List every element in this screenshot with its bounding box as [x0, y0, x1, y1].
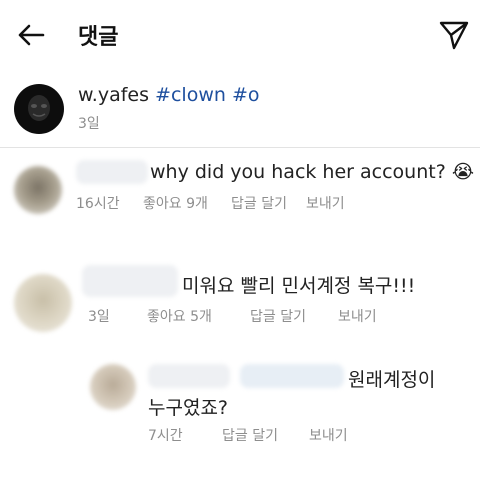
commenter-avatar[interactable] [14, 166, 62, 214]
hashtag[interactable]: #clown [155, 84, 226, 106]
reply-text-line1: 원래계정이 [348, 369, 436, 391]
mentioned-username-blurred[interactable] [240, 364, 344, 388]
post-username[interactable]: w.yafes [78, 84, 149, 106]
replier-username-blurred[interactable] [148, 364, 230, 388]
page-title: 댓글 [78, 25, 119, 50]
commenter-username-blurred[interactable] [76, 160, 148, 184]
send-button[interactable]: 보내기 [309, 425, 348, 445]
top-bar: 댓글 [0, 0, 480, 70]
post-time: 3일 [78, 116, 100, 132]
post-author-avatar[interactable] [14, 84, 64, 134]
commenter-avatar[interactable] [14, 274, 72, 332]
comment-likes[interactable]: 좋아요 9개 [143, 193, 208, 213]
hashtag[interactable]: #o [232, 84, 260, 106]
comment-time: 16시간 [76, 196, 120, 212]
reply-button[interactable]: 답글 달기 [231, 193, 287, 213]
send-button[interactable]: 보내기 [338, 306, 377, 326]
comment-time: 3일 [88, 309, 110, 325]
send-icon[interactable] [438, 19, 470, 51]
back-arrow-icon[interactable] [16, 20, 46, 50]
reply-button[interactable]: 답글 달기 [250, 306, 306, 326]
replier-avatar[interactable] [90, 364, 136, 410]
comment-text: why did you hack her account? 😭 [150, 161, 475, 183]
commenter-username-blurred[interactable] [82, 265, 178, 297]
comment-text: 미워요 빨리 민서계정 복구!!! [182, 275, 416, 297]
reply-time: 7시간 [148, 428, 183, 444]
post-caption: w.yafes #clown #o [78, 84, 260, 106]
comment-likes[interactable]: 좋아요 5개 [147, 306, 212, 326]
reply-button[interactable]: 답글 달기 [222, 425, 278, 445]
send-button[interactable]: 보내기 [306, 193, 345, 213]
divider [0, 147, 480, 148]
reply-text-line2: 누구였죠? [148, 397, 229, 419]
